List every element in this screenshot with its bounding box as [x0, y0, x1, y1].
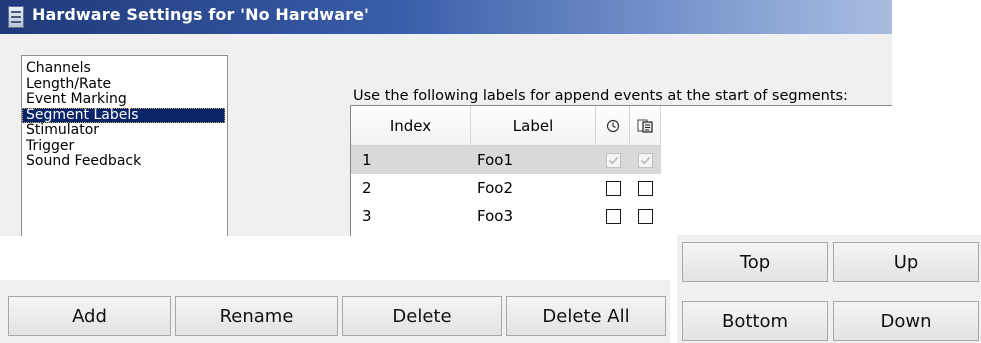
column-header-copy[interactable] — [630, 106, 661, 146]
edit-button-bar: Add Rename Delete Delete All — [0, 280, 670, 343]
column-header-label[interactable]: Label — [471, 106, 596, 146]
down-button[interactable]: Down — [833, 301, 979, 341]
up-button[interactable]: Up — [833, 242, 979, 282]
category-item-length-rate[interactable]: Length/Rate — [22, 76, 225, 93]
row-label[interactable]: Foo3 — [471, 202, 596, 230]
table-row[interactable]: 2 Foo2 — [351, 174, 661, 202]
title-bar[interactable]: Hardware Settings for 'No Hardware' — [0, 0, 892, 34]
category-item-sound-feedback[interactable]: Sound Feedback — [22, 154, 225, 170]
segment-labels-grid[interactable]: Index Label 1 Foo1 2 Foo2 3 Foo3 — [350, 105, 892, 236]
row-checkbox-copy[interactable] — [638, 180, 653, 196]
row-label[interactable]: Foo2 — [471, 174, 596, 202]
top-button[interactable]: Top — [682, 242, 828, 282]
category-item-event-marking[interactable]: Event Marking — [22, 92, 225, 108]
checkmark-icon — [608, 156, 618, 164]
row-index: 2 — [362, 179, 372, 197]
row-index: 3 — [362, 207, 372, 225]
instruction-text: Use the following labels for append even… — [353, 88, 848, 104]
row-checkbox-copy[interactable] — [638, 152, 653, 168]
row-checkbox-copy[interactable] — [638, 208, 653, 224]
row-index: 1 — [362, 151, 372, 169]
rename-button[interactable]: Rename — [175, 296, 338, 336]
copy-label-icon — [637, 119, 653, 133]
delete-button[interactable]: Delete — [342, 296, 502, 336]
row-checkbox-clock[interactable] — [605, 152, 621, 168]
table-row[interactable]: 3 Foo3 — [351, 202, 661, 230]
category-list[interactable]: Channels Length/Rate Event Marking Segme… — [21, 55, 228, 236]
hardware-settings-dialog: Hardware Settings for 'No Hardware' Chan… — [0, 0, 892, 236]
settings-app-icon — [8, 6, 24, 28]
row-checkbox-clock[interactable] — [605, 180, 621, 196]
column-header-clock[interactable] — [596, 106, 630, 146]
checkmark-icon — [640, 156, 651, 164]
delete-all-button[interactable]: Delete All — [506, 296, 666, 336]
bottom-button[interactable]: Bottom — [682, 301, 828, 341]
category-item-stimulator[interactable]: Stimulator — [22, 123, 225, 139]
table-row[interactable]: 1 Foo1 — [351, 146, 661, 174]
grid-header: Index Label — [351, 106, 661, 146]
category-item-channels[interactable]: Channels — [22, 61, 225, 77]
row-checkbox-clock[interactable] — [605, 208, 621, 224]
add-button[interactable]: Add — [8, 296, 171, 336]
category-item-trigger[interactable]: Trigger — [22, 138, 225, 155]
move-button-panel: Top Up Bottom Down — [677, 235, 981, 343]
clock-icon — [606, 119, 619, 132]
grid-rows: 1 Foo1 2 Foo2 3 Foo3 — [351, 146, 661, 230]
category-item-segment-labels[interactable]: Segment Labels — [22, 107, 225, 123]
column-header-index[interactable]: Index — [351, 106, 471, 146]
row-label[interactable]: Foo1 — [471, 146, 596, 174]
window-title: Hardware Settings for 'No Hardware' — [32, 5, 370, 24]
